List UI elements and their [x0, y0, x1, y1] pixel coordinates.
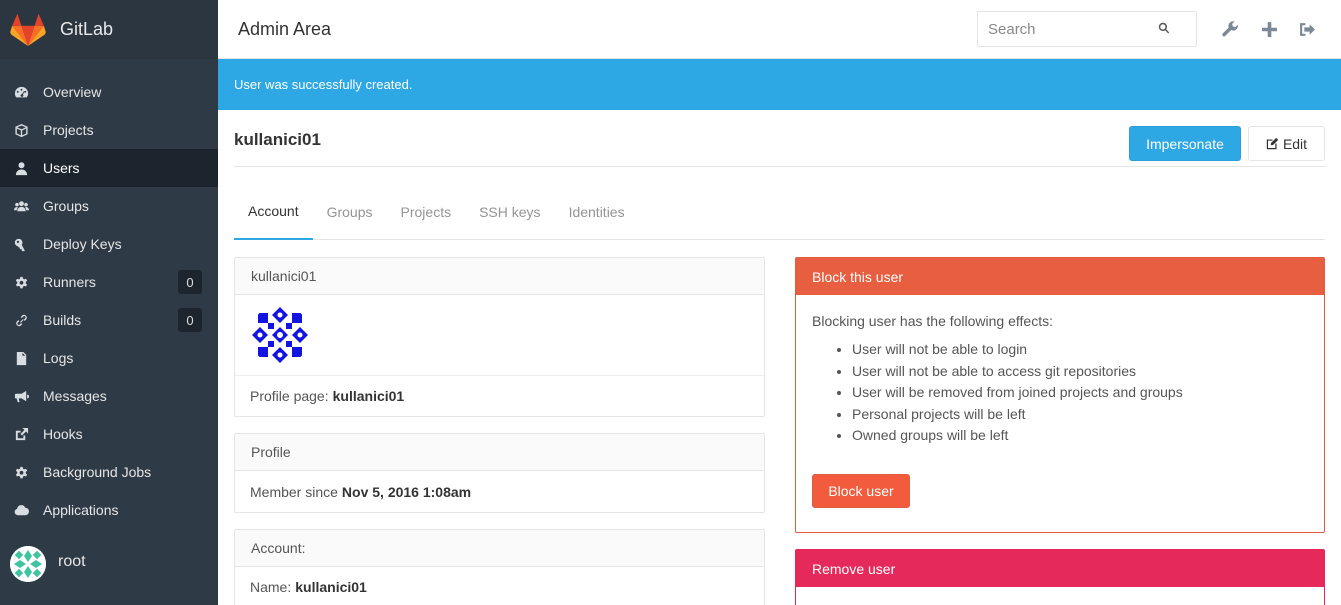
remove-user-heading: Remove user: [796, 550, 1324, 587]
link-icon: [12, 311, 30, 329]
avatar: [10, 546, 46, 582]
sidebar-item-background-jobs[interactable]: Background Jobs: [0, 453, 218, 491]
plus-icon[interactable]: [1259, 19, 1279, 39]
main-content: kullanici01 Impersonate Edit Account Gro…: [234, 110, 1325, 605]
member-since-label: Member since: [250, 483, 338, 500]
panel-heading: Account:: [235, 530, 764, 567]
user-title: kullanici01: [234, 130, 321, 149]
tab-groups[interactable]: Groups: [313, 184, 387, 240]
impersonate-button[interactable]: Impersonate: [1129, 126, 1241, 161]
cloud-icon: [12, 501, 30, 519]
sidebar-item-label: Overview: [43, 84, 102, 100]
sidebar-item-builds[interactable]: Builds 0: [0, 301, 218, 339]
bullhorn-icon: [12, 387, 30, 405]
admin-wrench-icon[interactable]: [1220, 19, 1240, 39]
search-box: [977, 11, 1197, 47]
sidebar-item-label: Hooks: [43, 426, 83, 442]
list-item: User will not be able to login: [852, 339, 1308, 361]
panel-heading: Profile: [235, 434, 764, 471]
dashboard-icon: [12, 83, 30, 101]
flash-notice: User was successfully created.: [218, 59, 1341, 110]
sidebar-item-overview[interactable]: Overview: [0, 73, 218, 111]
gitlab-logo-icon: [10, 13, 46, 46]
edit-button[interactable]: Edit: [1248, 126, 1325, 161]
member-since-row: Member since Nov 5, 2016 1:08am: [235, 471, 764, 512]
tab-identities[interactable]: Identities: [555, 184, 639, 240]
name-value: kullanici01: [295, 579, 367, 595]
profile-page-label: Profile page:: [250, 388, 329, 404]
flash-message: User was successfully created.: [234, 77, 413, 92]
key-icon: [12, 235, 30, 253]
list-item: Owned groups will be left: [852, 425, 1308, 447]
sidebar-item-messages[interactable]: Messages: [0, 377, 218, 415]
sidebar-item-hooks[interactable]: Hooks: [0, 415, 218, 453]
sidebar-item-groups[interactable]: Groups: [0, 187, 218, 225]
sign-out-icon[interactable]: [1297, 19, 1317, 39]
sidebar-item-logs[interactable]: Logs: [0, 339, 218, 377]
sidebar-item-label: Deploy Keys: [43, 236, 122, 252]
builds-count-badge: 0: [178, 308, 202, 332]
cog-icon: [12, 273, 30, 291]
name-label: Name:: [250, 579, 292, 595]
sidebar-item-label: Projects: [43, 122, 94, 138]
avatar-row: [235, 295, 764, 375]
name-row: Name: kullanici01: [235, 567, 764, 605]
brand-name: GitLab: [60, 19, 114, 39]
sidebar-item-users[interactable]: Users: [0, 149, 218, 187]
search-input[interactable]: [988, 20, 1158, 38]
sidebar-item-label: Groups: [43, 198, 89, 214]
remove-user-panel: Remove user: [795, 549, 1325, 605]
sidebar-item-label: Applications: [43, 502, 119, 518]
user-info-panel: kullanici01 Profile page: kullanici01: [234, 257, 765, 417]
sidebar: GitLab Overview Projects Users Groups De…: [0, 0, 218, 605]
header: Admin Area: [218, 0, 1341, 59]
avatar: [250, 305, 310, 365]
search-icon[interactable]: [1158, 21, 1170, 37]
page-title: Admin Area: [238, 18, 332, 39]
list-item: User will not be able to access git repo…: [852, 361, 1308, 383]
block-user-panel: Block this user Blocking user has the fo…: [795, 257, 1325, 533]
edit-icon: [1266, 137, 1279, 150]
sidebar-item-label: Messages: [43, 388, 107, 404]
profile-panel: Profile Member since Nov 5, 2016 1:08am: [234, 433, 765, 513]
sidebar-item-label: Runners: [43, 274, 96, 290]
sidebar-user[interactable]: root: [0, 520, 218, 605]
user-title-row: kullanici01 Impersonate Edit: [234, 110, 1325, 167]
sidebar-item-deploy-keys[interactable]: Deploy Keys: [0, 225, 218, 263]
block-user-intro: Blocking user has the following effects:: [812, 313, 1053, 329]
sidebar-nav: Overview Projects Users Groups Deploy Ke…: [0, 73, 218, 529]
cube-icon: [12, 121, 30, 139]
tab-account[interactable]: Account: [234, 184, 313, 240]
edit-label: Edit: [1282, 135, 1308, 152]
list-item: Personal projects will be left: [852, 404, 1308, 426]
sidebar-item-label: Logs: [43, 350, 74, 366]
block-user-body: Blocking user has the following effects:…: [796, 295, 1324, 524]
panel-heading: kullanici01: [235, 258, 764, 295]
tab-ssh-keys[interactable]: SSH keys: [465, 184, 554, 240]
block-user-button[interactable]: Block user: [812, 473, 910, 508]
sidebar-item-label: Builds: [43, 312, 82, 328]
sidebar-item-label: Users: [43, 160, 80, 176]
users-icon: [12, 197, 30, 215]
list-item: User will be removed from joined project…: [852, 382, 1308, 404]
runners-count-badge: 0: [178, 270, 202, 294]
brand[interactable]: GitLab: [0, 0, 218, 59]
profile-page-row: Profile page: kullanici01: [235, 375, 764, 416]
file-text-icon: [12, 349, 30, 367]
user-tabs: Account Groups Projects SSH keys Identit…: [234, 184, 1325, 240]
member-since-value: Nov 5, 2016 1:08am: [341, 483, 472, 500]
profile-page-link[interactable]: kullanici01: [333, 388, 405, 404]
sidebar-item-projects[interactable]: Projects: [0, 111, 218, 149]
sidebar-item-label: Background Jobs: [43, 464, 152, 480]
block-effects-list: User will not be able to login User will…: [852, 339, 1308, 447]
tab-projects[interactable]: Projects: [387, 184, 466, 240]
sidebar-user-name: root: [58, 553, 86, 570]
block-user-heading: Block this user: [796, 258, 1324, 295]
user-icon: [12, 159, 30, 177]
cog-icon: [12, 463, 30, 481]
sidebar-item-runners[interactable]: Runners 0: [0, 263, 218, 301]
external-link-icon: [12, 425, 30, 443]
account-panel: Account: Name: kullanici01: [234, 529, 765, 605]
